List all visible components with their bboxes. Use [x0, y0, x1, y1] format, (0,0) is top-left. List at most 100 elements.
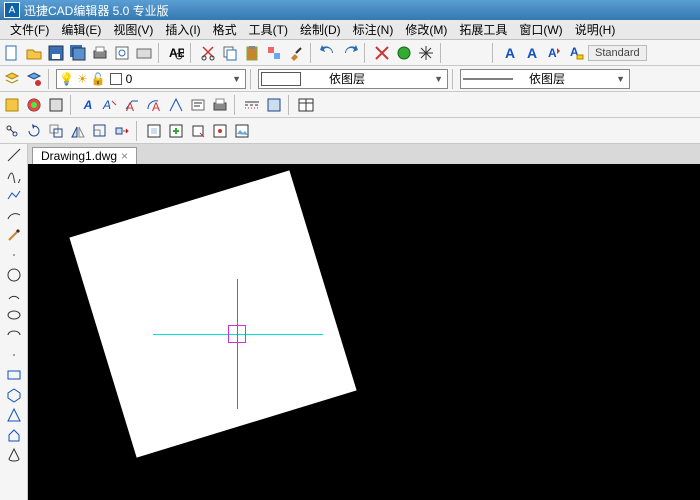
menu-view[interactable]: 视图(V) [107, 21, 159, 38]
menu-edit[interactable]: 编辑(E) [55, 21, 107, 38]
separator [452, 69, 456, 89]
angle-dim-button[interactable] [166, 95, 186, 115]
canvas-area: Drawing1.dwg × [28, 144, 700, 500]
dwgprops-button[interactable] [264, 95, 284, 115]
insert-button[interactable] [166, 121, 186, 141]
arc-tool[interactable] [3, 206, 25, 224]
ellipse-arc-tool[interactable] [3, 326, 25, 344]
cone-tool[interactable] [3, 446, 25, 464]
menu-file[interactable]: 文件(F) [4, 21, 55, 38]
text-button[interactable] [188, 95, 208, 115]
textruler-button[interactable]: A [566, 43, 586, 63]
copy-button[interactable] [220, 43, 240, 63]
color-bylayer-combo[interactable]: 依图层 ▼ [258, 69, 448, 89]
text-a-button[interactable]: A [500, 43, 520, 63]
svg-text:A: A [548, 46, 557, 60]
new-button[interactable] [2, 43, 22, 63]
drawing-canvas[interactable] [28, 164, 700, 500]
separator [440, 43, 444, 63]
toolbar-standard: ABC A A A A Standard [0, 40, 700, 66]
image-button[interactable] [232, 121, 252, 141]
line-tool[interactable] [3, 146, 25, 164]
separator [70, 95, 74, 115]
layer-manager-button[interactable] [2, 69, 22, 89]
ellipse-tool[interactable] [3, 306, 25, 324]
leader-button[interactable]: A [122, 95, 142, 115]
menu-help[interactable]: 说明(H) [569, 21, 622, 38]
move-button[interactable] [2, 121, 22, 141]
brush-button[interactable] [286, 43, 306, 63]
rotate-button[interactable] [24, 121, 44, 141]
render-button[interactable] [394, 43, 414, 63]
arc-dim-button[interactable]: A [144, 95, 164, 115]
bylayer-label: 依图层 [329, 70, 365, 87]
saveall-button[interactable] [68, 43, 88, 63]
hatch-button[interactable] [2, 95, 22, 115]
plot-button[interactable] [134, 43, 154, 63]
separator [492, 43, 496, 63]
open-button[interactable] [24, 43, 44, 63]
pan-button[interactable] [416, 43, 436, 63]
block-button[interactable] [144, 121, 164, 141]
layer-name: 0 [126, 72, 133, 86]
mirror-button[interactable] [68, 121, 88, 141]
stretch-button[interactable] [112, 121, 132, 141]
redo-button[interactable] [340, 43, 360, 63]
menu-insert[interactable]: 插入(I) [159, 21, 206, 38]
triangle-tool[interactable] [3, 406, 25, 424]
separator-dot [3, 346, 25, 364]
separator [310, 43, 314, 63]
style-combo[interactable]: Standard [588, 45, 647, 61]
print2-button[interactable] [210, 95, 230, 115]
region-button[interactable] [46, 95, 66, 115]
polygon-tool[interactable] [3, 386, 25, 404]
tab-drawing1[interactable]: Drawing1.dwg × [32, 147, 137, 164]
menu-tools[interactable]: 工具(T) [243, 21, 294, 38]
menu-bar: 文件(F) 编辑(E) 视图(V) 插入(I) 格式 工具(T) 绘制(D) 标… [0, 20, 700, 40]
main-area: Drawing1.dwg × [0, 144, 700, 500]
erase-button[interactable] [372, 43, 392, 63]
tab-close-icon[interactable]: × [121, 149, 128, 163]
separator [288, 95, 292, 115]
polyline-tool[interactable] [3, 186, 25, 204]
menu-dim[interactable]: 标注(N) [347, 21, 400, 38]
menu-modify[interactable]: 修改(M) [399, 21, 453, 38]
separator [250, 69, 254, 89]
separator [48, 69, 52, 89]
layer-state-button[interactable] [24, 69, 44, 89]
textstyle-button[interactable]: A [544, 43, 564, 63]
dim-a-button[interactable]: A [78, 95, 98, 115]
undo-button[interactable] [318, 43, 338, 63]
menu-format[interactable]: 格式 [207, 21, 243, 38]
menu-draw[interactable]: 绘制(D) [294, 21, 347, 38]
paste-button[interactable] [242, 43, 262, 63]
linetype-bylayer-combo[interactable]: 依图层 ▼ [460, 69, 630, 89]
dim-b-button[interactable]: A [100, 95, 120, 115]
spline-tool[interactable] [3, 166, 25, 184]
linetype-label: 依图层 [529, 70, 565, 87]
cut-button[interactable] [198, 43, 218, 63]
freehand-tool[interactable] [3, 226, 25, 244]
wblock-button[interactable] [188, 121, 208, 141]
chevron-down-icon: ▼ [230, 74, 243, 84]
arc2-tool[interactable] [3, 286, 25, 304]
gradient-button[interactable] [24, 95, 44, 115]
home-tool[interactable] [3, 426, 25, 444]
preview-button[interactable] [112, 43, 132, 63]
matchprop-button[interactable] [264, 43, 284, 63]
find-button[interactable]: ABC [166, 43, 186, 63]
save-button[interactable] [46, 43, 66, 63]
print-button[interactable] [90, 43, 110, 63]
separator [190, 43, 194, 63]
layer-current-combo[interactable]: 💡 ☀ 🔓 0 ▼ [56, 69, 246, 89]
rectangle-tool[interactable] [3, 366, 25, 384]
ltype-button[interactable] [242, 95, 262, 115]
menu-window[interactable]: 窗口(W) [513, 21, 568, 38]
copy2-button[interactable] [46, 121, 66, 141]
circle-tool[interactable] [3, 266, 25, 284]
menu-ext[interactable]: 拓展工具 [453, 21, 513, 38]
scale-button[interactable] [90, 121, 110, 141]
table-button[interactable] [296, 95, 316, 115]
xref-button[interactable] [210, 121, 230, 141]
text-a2-button[interactable]: A [522, 43, 542, 63]
